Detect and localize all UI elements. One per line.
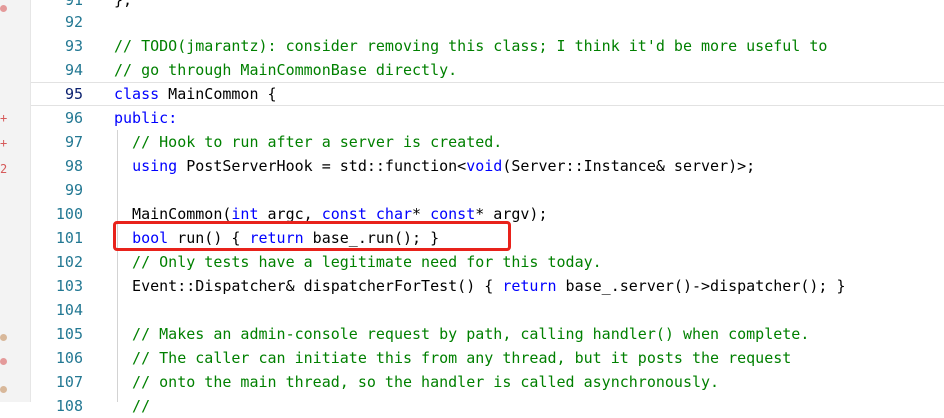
comment-token: // Hook to run after a server is created… [114, 133, 503, 151]
code-text: // Hook to run after a server is created… [114, 130, 502, 154]
code-line[interactable]: 99 [31, 178, 944, 202]
code-token: base_.server()->dispatcher(); } [556, 277, 846, 295]
code-line[interactable]: 97 // Hook to run after a server is crea… [31, 130, 944, 154]
code-line[interactable]: 107 // onto the main thread, so the hand… [31, 370, 944, 394]
keyword-token: : [168, 109, 178, 127]
change-dot-icon [0, 358, 7, 365]
highlight-box [113, 221, 511, 251]
code-editor[interactable]: + +2 91}; 92 93// TODO(jmarantz): consider … [0, 0, 944, 415]
line-number: 97 [64, 133, 83, 151]
line-number: 95 [64, 85, 83, 103]
comment-token: // Only tests have a legitimate need for… [114, 253, 602, 271]
keyword-token: public [114, 109, 169, 127]
comment-token: // TODO(jmarantz): consider removing thi… [114, 37, 828, 55]
code-line[interactable]: 95 class MainCommon { [31, 82, 944, 106]
code-line[interactable]: 94 // go through MainCommonBase directly. [31, 58, 944, 82]
line-number: 98 [64, 157, 83, 175]
code-text: // TODO(jmarantz): consider removing thi… [114, 34, 827, 58]
gutter-marker: 2 [0, 162, 8, 176]
line-number: 106 [55, 349, 83, 367]
code-line[interactable]: 105 // Makes an admin-console request by… [31, 322, 944, 346]
code-text: // onto the main thread, so the handler … [114, 370, 719, 394]
gutter-marker: + [0, 111, 8, 125]
comment-token: // go through MainCommonBase directly. [114, 61, 458, 79]
code-token: MainCommon { [159, 85, 277, 103]
code-line[interactable]: 92 [31, 10, 944, 34]
code-text: class MainCommon { [114, 83, 277, 105]
line-number: 102 [55, 253, 83, 271]
code-line[interactable]: 102 // Only tests have a legitimate need… [31, 250, 944, 274]
code-text: // Only tests have a legitimate need for… [114, 250, 602, 274]
code-line[interactable]: 108 // [31, 394, 944, 418]
comment-token: // [114, 397, 151, 415]
change-gutter [0, 0, 30, 402]
indent-guide [117, 130, 118, 402]
comment-token: // The caller can initiate this from any… [114, 349, 792, 367]
line-number: 96 [64, 109, 83, 127]
keyword-token: using [132, 157, 178, 175]
code-line[interactable]: 103 Event::Dispatcher& dispatcherForTest… [31, 274, 944, 298]
code-line[interactable]: 98 using PostServerHook = std::function<… [31, 154, 944, 178]
line-number: 108 [55, 397, 83, 415]
code-text: Event::Dispatcher& dispatcherForTest() {… [114, 274, 846, 298]
line-number: 104 [55, 301, 83, 319]
line-number: 94 [64, 61, 83, 79]
code-text: using PostServerHook = std::function<voi… [114, 154, 755, 178]
line-number: 101 [55, 229, 83, 247]
keyword-token: void [466, 157, 503, 175]
line-number: 92 [64, 13, 83, 31]
comment-token: // Makes an admin-console request by pat… [114, 325, 810, 343]
keyword-token: return [502, 277, 557, 295]
code-text: // [114, 394, 150, 418]
line-number: 93 [64, 37, 83, 55]
code-text: public: [114, 106, 177, 130]
keyword-token: class [114, 85, 160, 103]
code-text: // go through MainCommonBase directly. [114, 58, 457, 82]
code-line[interactable]: 93 // TODO(jmarantz): consider removing t… [31, 34, 944, 58]
comment-token: // onto the main thread, so the handler … [114, 373, 720, 391]
line-number: 107 [55, 373, 83, 391]
code-token: Event::Dispatcher& dispatcherForTest() { [114, 277, 503, 295]
line-number: 105 [55, 325, 83, 343]
line-number: 103 [55, 277, 83, 295]
code-line[interactable]: 104 [31, 298, 944, 322]
code-text: // The caller can initiate this from any… [114, 346, 791, 370]
change-dot-icon [0, 386, 7, 393]
code-token: PostServerHook = std::function< [177, 157, 467, 175]
code-line[interactable]: 96 public: [31, 106, 944, 130]
line-number: 99 [64, 181, 83, 199]
code-token: (Server::Instance& server)>; [502, 157, 756, 175]
line-number: 100 [55, 205, 83, 223]
change-dot-icon [0, 334, 7, 341]
change-dot-icon [0, 5, 7, 12]
code-token: }; [114, 0, 133, 9]
gutter-marker: + [0, 136, 8, 150]
code-text: // Makes an admin-console request by pat… [114, 322, 809, 346]
code-line[interactable]: 106 // The caller can initiate this from… [31, 346, 944, 370]
